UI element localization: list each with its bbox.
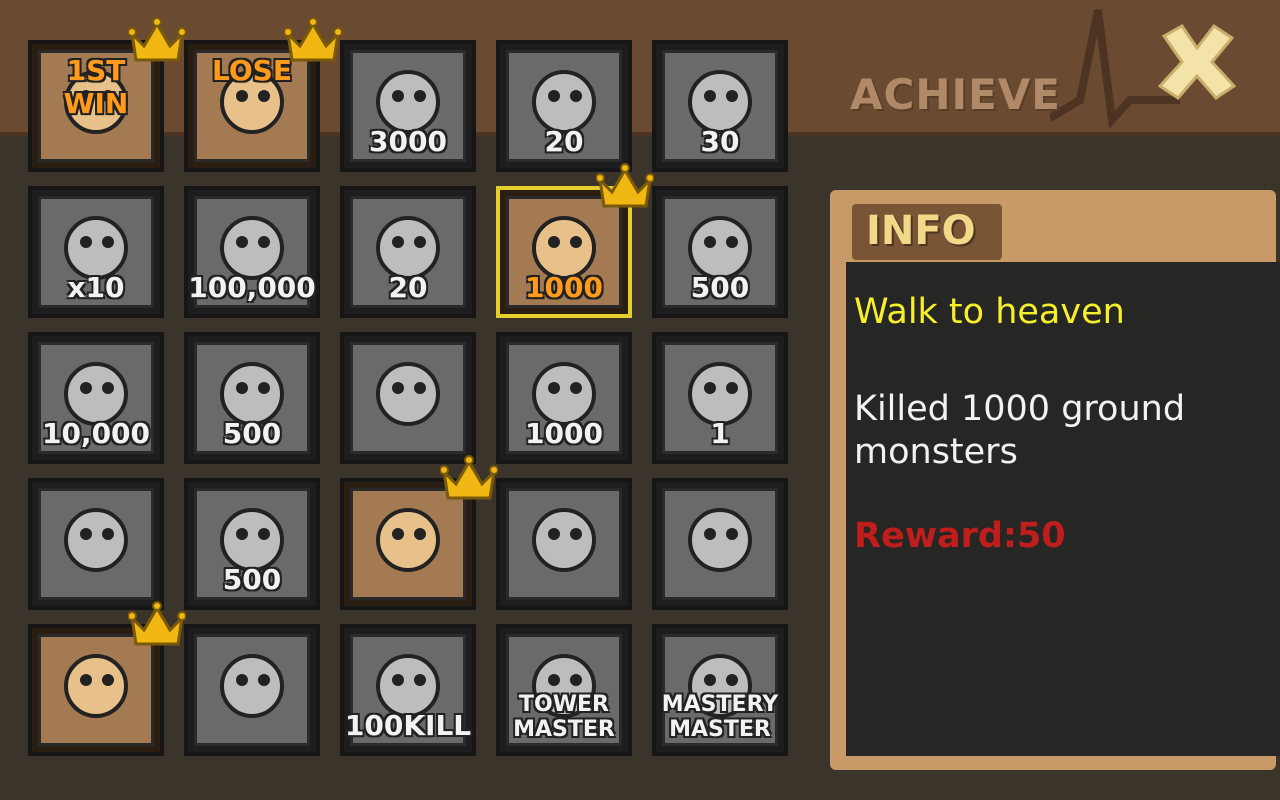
- achievement-label: 20: [388, 271, 428, 304]
- winged-explosion-icon: [350, 342, 466, 454]
- crown-icon: [127, 600, 187, 650]
- achievement-label: MASTERY MASTER: [661, 692, 779, 742]
- achievement-label: 500: [222, 417, 282, 450]
- achievement-label: 1: [710, 417, 730, 450]
- blade-slash-icon: [662, 488, 778, 600]
- achievement-tile-coins-3000[interactable]: 3000: [340, 40, 476, 172]
- achievement-tile-nuke[interactable]: [340, 455, 499, 610]
- achievement-tile-arrow-1000[interactable]: 1000: [496, 332, 632, 464]
- achievement-tile-mastery-master[interactable]: MASTERY MASTER: [652, 624, 788, 756]
- boss-ring-icon: [38, 488, 154, 600]
- skull-bomb-icon: [38, 634, 154, 746]
- achievement-tile-upgrade-30[interactable]: 30: [652, 40, 788, 172]
- achievement-label: 100KILL: [344, 709, 472, 742]
- achievement-tile-miss-10[interactable]: x10: [28, 186, 164, 318]
- info-tab: INFO: [852, 204, 1002, 260]
- achievement-tile-kill-100[interactable]: 100KILL: [340, 624, 476, 756]
- achievement-tile-first-win[interactable]: 1ST WIN: [28, 17, 187, 172]
- achievement-tile-slash[interactable]: [652, 478, 788, 610]
- achievement-tile-tower-500[interactable]: 500: [184, 332, 320, 464]
- close-button[interactable]: [1154, 22, 1240, 100]
- stone-golem-icon: [506, 488, 622, 600]
- achievement-title: Walk to heaven: [854, 292, 1125, 332]
- achievement-tile-tower-master[interactable]: TOWER MASTER: [496, 624, 632, 756]
- achievement-tile-fly-500[interactable]: 500: [652, 186, 788, 318]
- achievement-tile-boss-ring[interactable]: [28, 478, 164, 610]
- close-x-icon: [1157, 23, 1237, 100]
- crown-icon: [439, 454, 499, 504]
- info-panel: INFO: [830, 190, 1280, 770]
- achievement-tile-heart-1[interactable]: 1: [652, 332, 788, 464]
- crown-icon: [283, 16, 343, 66]
- achievement-tile-viking[interactable]: [184, 624, 320, 756]
- achievement-description: Killed 1000 ground monsters: [854, 389, 1186, 472]
- achievement-tile-bomb[interactable]: [28, 601, 187, 756]
- achievement-tile-lose[interactable]: LOSE: [184, 17, 343, 172]
- achievement-label: 20: [544, 125, 584, 158]
- achievement-tile-tower-20[interactable]: 20: [496, 40, 632, 172]
- crown-icon: [595, 162, 655, 212]
- achievement-label: 500: [690, 271, 750, 304]
- achievement-label: 30: [700, 125, 740, 158]
- achievement-label: 3000: [369, 125, 447, 158]
- achievement-label: TOWER MASTER: [513, 692, 615, 742]
- info-board: [846, 262, 1280, 756]
- achievement-tile-money-100000[interactable]: 100,000: [184, 186, 320, 318]
- achievement-label: 10,000: [41, 417, 151, 450]
- page-title: ACHIEVE: [850, 70, 1061, 119]
- mushroom-cloud-icon: [350, 488, 466, 600]
- achievement-tile-winged-blast[interactable]: [340, 332, 476, 464]
- achievement-label: x10: [67, 271, 125, 304]
- info-tab-label: INFO: [866, 208, 976, 254]
- crown-icon: [127, 16, 187, 66]
- achievement-tile-rocks-500[interactable]: 500: [184, 478, 320, 610]
- achievement-grid: 1ST WIN LOSE 3000 20 30 x10 100,000 20 1000 500 10…: [28, 17, 788, 756]
- achievement-label: 1000: [525, 417, 603, 450]
- achievement-reward: Reward:50: [854, 516, 1066, 556]
- achievement-label: 100,000: [188, 271, 316, 304]
- achievement-tile-stone-golem[interactable]: [496, 478, 632, 610]
- achievement-label: 500: [222, 563, 282, 596]
- achievement-label: 1000: [525, 271, 603, 304]
- achievement-tile-axe-10000[interactable]: 10,000: [28, 332, 164, 464]
- achievement-tile-kill-20[interactable]: 20: [340, 186, 476, 318]
- achievement-tile-ground-1000[interactable]: 1000: [496, 163, 655, 318]
- viking-helmet-icon: [194, 634, 310, 746]
